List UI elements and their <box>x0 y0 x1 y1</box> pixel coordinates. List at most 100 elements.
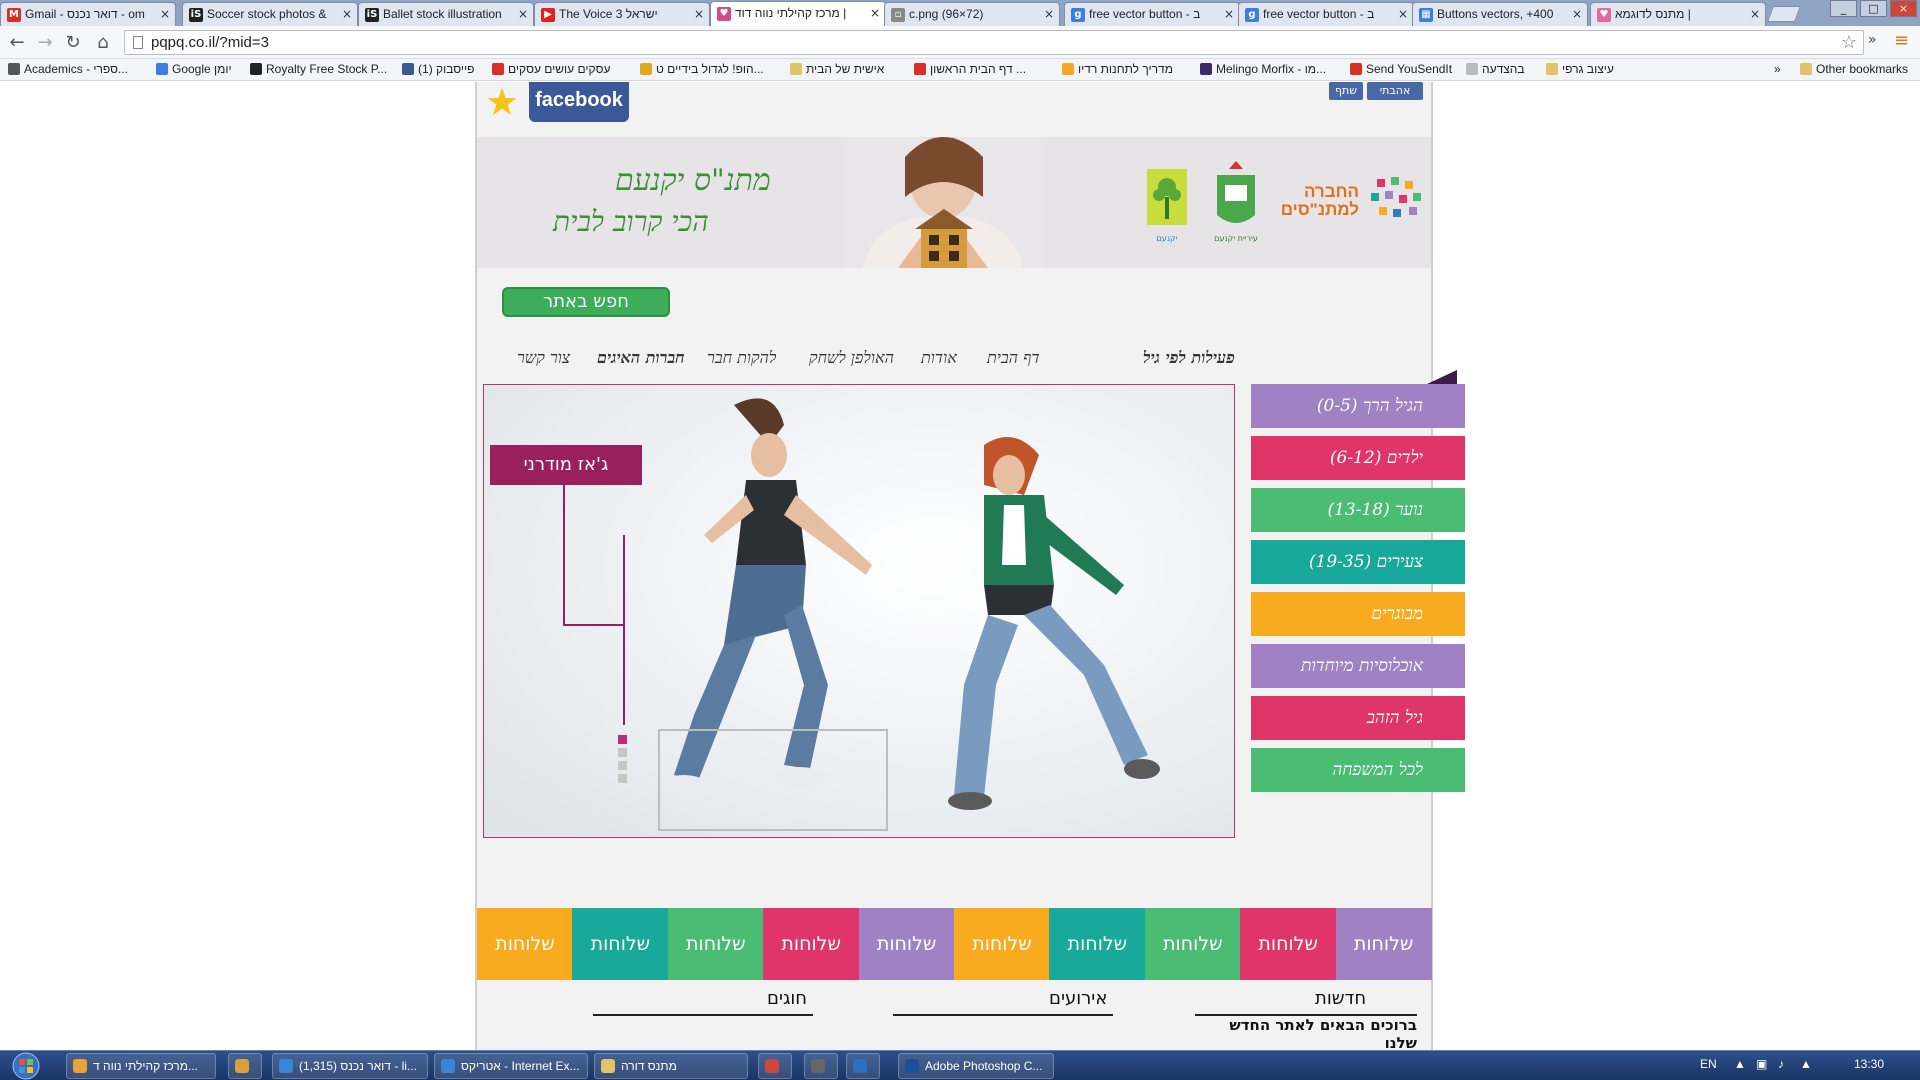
facebook-logo[interactable]: facebook <box>529 82 629 122</box>
branch-tile-4[interactable]: שלוחות <box>763 908 860 980</box>
taskbar-task-5[interactable]: מתנס דורה <box>594 1053 748 1079</box>
branch-tile-7[interactable]: שלוחות <box>1049 908 1146 980</box>
bookmark-item[interactable]: הופ! לגדול בידיים ט... <box>640 62 764 76</box>
branch-tile-8[interactable]: שלוחות <box>1144 908 1241 980</box>
volume-icon[interactable]: ♪ <box>1778 1057 1784 1071</box>
age-category-button-2[interactable]: ילדים (6-12) <box>1251 436 1465 480</box>
age-category-button-6[interactable]: אוכלוסיות מיוחדות <box>1251 644 1465 688</box>
bookmark-item[interactable]: דף הבית הראשון ... <box>914 62 1026 76</box>
bookmark-item[interactable]: Other bookmarks <box>1800 62 1908 76</box>
favorite-star-icon[interactable]: ★ <box>485 82 519 122</box>
bookmark-item[interactable]: עיצוב גרפי <box>1546 62 1614 76</box>
browser-tab-2[interactable]: iS Soccer stock photos & × <box>182 2 358 26</box>
nav-activity-by-age[interactable]: פעילות לפי גיל <box>1143 348 1235 368</box>
taskbar-task-2[interactable] <box>228 1053 262 1079</box>
tab-close-icon[interactable]: × <box>1398 3 1408 25</box>
branch-tile-3[interactable]: שלוחות <box>667 908 764 980</box>
language-indicator[interactable]: EN <box>1700 1057 1717 1071</box>
age-category-button-1[interactable]: הגיל הרך (0-5) <box>1251 384 1465 428</box>
age-category-button-7[interactable]: גיל הזהב <box>1251 696 1465 740</box>
home-icon[interactable]: ⌂ <box>92 32 114 53</box>
new-tab-button[interactable] <box>1767 6 1801 22</box>
nav-contact[interactable]: צור קשר <box>517 348 570 368</box>
yokneam-flower-logo: יקנעם <box>1147 169 1187 243</box>
slide-dot-1[interactable] <box>618 735 627 744</box>
tab-close-icon[interactable]: × <box>1750 3 1760 25</box>
nav-associations[interactable]: חברות האיגים <box>597 348 685 368</box>
age-category-button-8[interactable]: לכל המשפחה <box>1251 748 1465 792</box>
browser-tab-7[interactable]: g free vector button - ב × <box>1064 2 1240 26</box>
taskbar-task-9[interactable]: Adobe Photoshop C... <box>898 1053 1054 1079</box>
bookmark-item[interactable]: Melingo Morfix - מו... <box>1200 62 1326 76</box>
taskbar-task-7[interactable] <box>804 1053 838 1079</box>
bookmark-item[interactable]: Send YouSendIt <box>1350 62 1452 76</box>
tab-close-icon[interactable]: × <box>694 3 704 25</box>
bookmarks-overflow-icon[interactable]: » <box>1774 62 1781 76</box>
reload-icon[interactable]: ↻ <box>62 32 84 53</box>
bookmark-label: דף הבית הראשון ... <box>930 62 1027 76</box>
tray-arrow-icon[interactable]: ▲ <box>1734 1057 1746 1071</box>
bookmark-item[interactable]: אישית של הבית <box>790 62 884 76</box>
browser-tab-10[interactable]: ♥ מתנס לדוגמא | × <box>1590 2 1766 26</box>
site-search-button[interactable]: חפש באתר <box>502 287 670 317</box>
hero-slideshow[interactable]: ג'אז מודרני <box>483 384 1235 838</box>
taskbar-task-3[interactable]: דואר נכנס (1,315) - li... <box>272 1053 428 1079</box>
tab-close-icon[interactable]: × <box>1044 3 1054 25</box>
branch-tile-2[interactable]: שלוחות <box>572 908 669 980</box>
tab-close-icon[interactable]: × <box>1572 3 1582 25</box>
network-icon[interactable]: ▣ <box>1756 1057 1767 1071</box>
branch-tile-9[interactable]: שלוחות <box>1240 908 1337 980</box>
nav-home[interactable]: דף הבית <box>987 348 1040 368</box>
browser-tab-3[interactable]: iS Ballet stock illustration × <box>358 2 534 26</box>
tab-close-icon[interactable]: × <box>870 2 880 24</box>
bookmark-item[interactable]: Academics - ספרי... <box>8 62 128 76</box>
clock[interactable]: 13:30 <box>1854 1057 1884 1071</box>
branch-tile-10[interactable]: שלוחות <box>1335 908 1432 980</box>
nav-about[interactable]: אודות <box>921 348 957 368</box>
branch-tile-1[interactable]: שלוחות <box>477 908 573 980</box>
browser-tab-6[interactable]: ▫ c.png (96×72) × <box>884 2 1060 26</box>
browser-tab-8[interactable]: g free vector button - ב × <box>1238 2 1414 26</box>
close-window-icon[interactable]: × <box>1890 0 1917 17</box>
bookmark-item[interactable]: Google יומן <box>156 62 232 76</box>
facebook-share-button[interactable]: שתף <box>1329 82 1363 100</box>
bookmark-item[interactable]: פייסבוק (1) <box>402 62 474 76</box>
branch-tile-5[interactable]: שלוחות <box>858 908 955 980</box>
chrome-menu-icon[interactable]: ≡ <box>1894 30 1909 51</box>
windows-start-icon[interactable] <box>6 1051 46 1080</box>
address-bar[interactable]: pqpq.co.il/?mid=3 ☆ <box>124 30 1864 55</box>
extensions-chevron-icon[interactable]: » <box>1868 32 1877 48</box>
browser-tab-9[interactable]: ▦ Buttons vectors, +400 × <box>1412 2 1588 26</box>
slide-dot-4[interactable] <box>618 774 627 783</box>
tab-close-icon[interactable]: × <box>342 3 352 25</box>
age-category-button-3[interactable]: נוער (13-18) <box>1251 488 1465 532</box>
bookmark-item[interactable]: מדריך לתחנות רדיו <box>1062 62 1173 76</box>
taskbar-task-8[interactable] <box>846 1053 880 1079</box>
bookmark-item[interactable]: Royalty Free Stock P... <box>250 62 387 76</box>
browser-tab-5[interactable]: ♥ מרכז קהילתי נווה דוד | × <box>710 1 886 26</box>
browser-tab-4[interactable]: ▶ The Voice 3 ישראל × <box>534 2 710 26</box>
maximize-icon[interactable]: □ <box>1860 0 1887 17</box>
taskbar-task-6[interactable] <box>758 1053 792 1079</box>
slide-dot-2[interactable] <box>618 748 627 757</box>
facebook-like-button[interactable]: אהבתי <box>1367 82 1423 100</box>
taskbar-task-1[interactable]: מרכז קהילתי נווה ד... <box>66 1053 216 1079</box>
branch-tile-6[interactable]: שלוחות <box>954 908 1050 980</box>
slide-dot-3[interactable] <box>618 761 627 770</box>
bookmark-star-icon[interactable]: ☆ <box>1841 31 1857 54</box>
nav-studio[interactable]: האולפן לשחק <box>809 348 894 368</box>
minimize-icon[interactable]: _ <box>1830 0 1857 17</box>
age-category-button-4[interactable]: צעירים (19-35) <box>1251 540 1465 584</box>
nav-troupes[interactable]: להקות חבר <box>707 348 776 368</box>
bookmark-item[interactable]: בהצדעה <box>1466 62 1525 76</box>
browser-tab-1[interactable]: M Gmail - דואר נכנס - om × <box>0 2 176 26</box>
forward-icon[interactable]: → <box>34 32 56 53</box>
bookmark-item[interactable]: עסקים עושים עסקים <box>492 62 610 76</box>
taskbar-task-4[interactable]: אטריקס - Internet Ex... <box>434 1053 588 1079</box>
tab-close-icon[interactable]: × <box>1224 3 1234 25</box>
back-icon[interactable]: ← <box>6 32 28 53</box>
drive-icon[interactable]: ▲ <box>1800 1057 1812 1071</box>
tab-close-icon[interactable]: × <box>160 3 170 25</box>
age-category-button-5[interactable]: מבוגרים <box>1251 592 1465 636</box>
tab-close-icon[interactable]: × <box>518 3 528 25</box>
